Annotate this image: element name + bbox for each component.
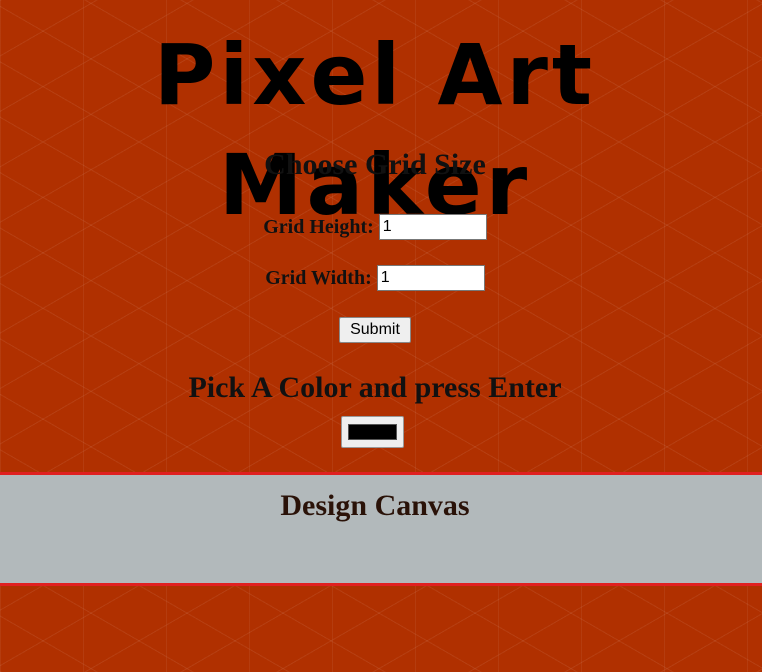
grid-width-input[interactable]: [376, 265, 485, 291]
color-picker[interactable]: [341, 416, 404, 448]
grid-size-heading: Choose Grid Size: [264, 148, 486, 181]
grid-height-row: Grid Height:: [0, 214, 750, 240]
color-swatch: [348, 424, 397, 440]
grid-width-label: Grid Width:: [265, 266, 372, 289]
app-title: Pixel Art Maker: [153, 26, 597, 234]
design-canvas-section: Design Canvas: [0, 472, 762, 586]
grid-height-input[interactable]: [378, 214, 487, 240]
submit-button[interactable]: Submit: [339, 317, 411, 343]
grid-height-label: Grid Height:: [263, 215, 374, 238]
design-canvas-heading: Design Canvas: [280, 489, 470, 522]
color-picker-heading: Pick A Color and press Enter: [188, 371, 562, 404]
grid-width-row: Grid Width:: [0, 265, 750, 291]
pixel-canvas[interactable]: [375, 535, 379, 536]
